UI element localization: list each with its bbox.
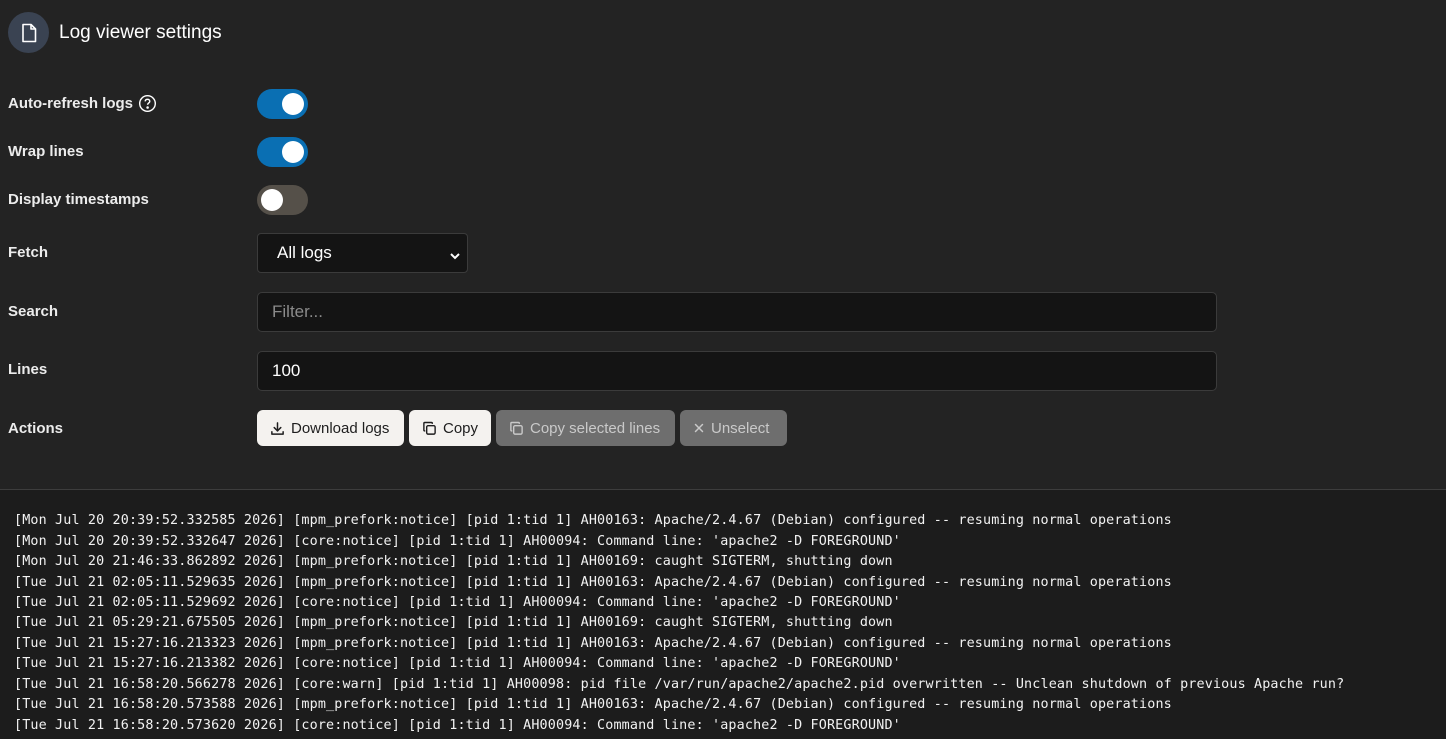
download-logs-button[interactable]: Download logs (257, 410, 404, 446)
copy-selected-lines-button[interactable]: Copy selected lines (496, 410, 675, 446)
fetch-select[interactable]: All logs (257, 233, 468, 273)
close-icon (693, 422, 705, 434)
lines-label: Lines (8, 361, 48, 378)
log-line[interactable]: [Tue Jul 21 05:29:21.675505 2026] [mpm_p… (14, 615, 893, 630)
toggle-knob (282, 141, 304, 163)
copy-selected-lines-label: Copy selected lines (530, 419, 661, 437)
wrap-lines-toggle[interactable] (257, 137, 308, 167)
log-line[interactable]: [Mon Jul 20 20:39:52.332585 2026] [mpm_p… (14, 513, 1172, 528)
log-line[interactable]: [Tue Jul 21 16:58:20.566278 2026] [core:… (14, 677, 1344, 692)
page-title: Log viewer settings (59, 21, 222, 43)
copy-icon (509, 421, 524, 436)
log-line[interactable]: [Tue Jul 21 16:58:20.573588 2026] [mpm_p… (14, 697, 1172, 712)
copy-button[interactable]: Copy (409, 410, 491, 446)
log-line[interactable]: [Tue Jul 21 02:05:11.529635 2026] [mpm_p… (14, 575, 1172, 590)
file-icon (8, 12, 49, 53)
copy-label: Copy (443, 419, 479, 437)
unselect-button[interactable]: Unselect (680, 410, 787, 446)
auto-refresh-label-text: Auto-refresh logs (8, 95, 134, 112)
search-input[interactable] (257, 292, 1217, 332)
lines-input[interactable] (257, 351, 1217, 391)
toggle-knob (282, 93, 304, 115)
log-line[interactable]: [Mon Jul 20 21:46:33.862892 2026] [mpm_p… (14, 554, 893, 569)
wrap-lines-label: Wrap lines (8, 143, 84, 160)
log-line[interactable]: [Tue Jul 21 16:58:20.573620 2026] [core:… (14, 718, 901, 733)
display-timestamps-label: Display timestamps (8, 191, 149, 208)
log-line[interactable]: [Tue Jul 21 15:27:16.213323 2026] [mpm_p… (14, 636, 1172, 651)
panel-header: Log viewer settings (8, 12, 222, 53)
actions-label: Actions (8, 420, 64, 437)
unselect-label: Unselect (711, 419, 770, 437)
log-line[interactable]: [Mon Jul 20 20:39:52.332647 2026] [core:… (14, 534, 901, 549)
toggle-knob (261, 189, 283, 211)
log-output[interactable]: [Mon Jul 20 20:39:52.332585 2026] [mpm_p… (0, 490, 1446, 739)
display-timestamps-toggle[interactable] (257, 185, 308, 215)
auto-refresh-toggle[interactable] (257, 89, 308, 119)
download-icon (270, 421, 285, 436)
search-label: Search (8, 303, 59, 320)
fetch-label: Fetch (8, 244, 49, 261)
log-viewer-settings-panel: Log viewer settings Auto-refresh logs Wr… (0, 0, 1446, 490)
fetch-select-value: All logs (277, 243, 332, 262)
help-icon[interactable] (138, 94, 157, 113)
download-logs-label: Download logs (291, 419, 390, 437)
copy-icon (422, 421, 437, 436)
log-line[interactable]: [Tue Jul 21 02:05:11.529692 2026] [core:… (14, 595, 901, 610)
log-line[interactable]: [Tue Jul 21 15:27:16.213382 2026] [core:… (14, 656, 901, 671)
auto-refresh-label: Auto-refresh logs (8, 94, 157, 113)
chevron-down-icon (449, 247, 461, 267)
